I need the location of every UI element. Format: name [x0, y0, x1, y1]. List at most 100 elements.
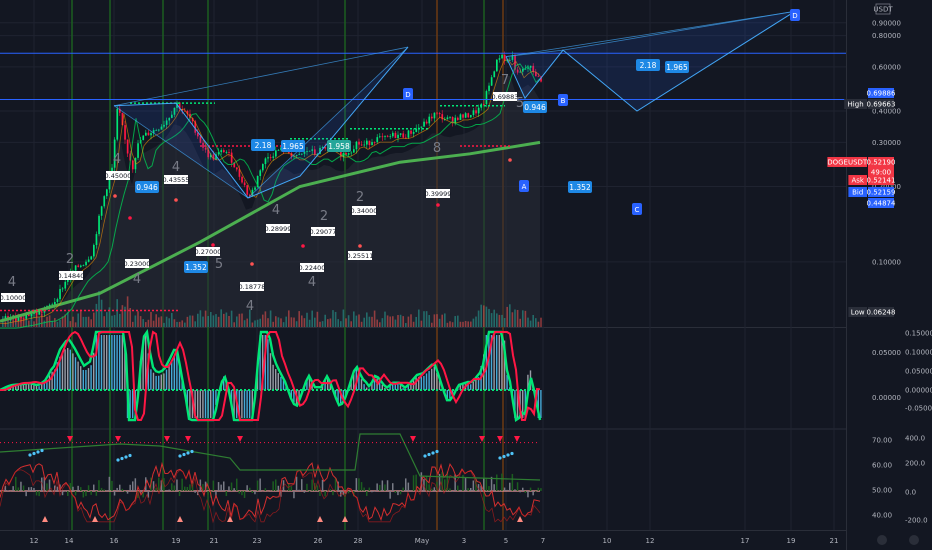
volume-bar [295, 321, 298, 327]
osc-hist-bar [397, 491, 399, 496]
macd-hist-bar [85, 369, 87, 390]
wave-label: 4 [246, 299, 254, 314]
y-tick-label: 0.60000 [872, 63, 901, 71]
wave-label: 2 [320, 209, 328, 224]
osc-hist-bar [451, 491, 454, 492]
candle-body [407, 130, 410, 138]
osc-hist-bar [516, 482, 519, 491]
candle-body [462, 114, 464, 118]
osc-hist-bar [405, 478, 407, 491]
osc-tick-left: 50.00 [872, 487, 892, 495]
osc-hist-bar [33, 487, 35, 491]
price-tag-label: Low [851, 309, 865, 317]
volume-bar [210, 311, 212, 327]
volume-bar [298, 311, 300, 327]
candle-body [431, 116, 433, 119]
candle-body [145, 132, 147, 136]
volume-bar [358, 314, 360, 327]
time-axis[interactable]: 12 14 16 19 21 23 26 28 May 3 5 7 10 12 17 19 21 [0, 531, 919, 550]
volume-bar [228, 315, 230, 327]
osc-hist-bar [194, 491, 196, 493]
macd-hist-bar [204, 390, 207, 418]
osc-hist-bar [74, 491, 77, 496]
candle-body [100, 206, 103, 216]
macd-hist-bar [428, 371, 430, 390]
macd-hist-bar [243, 390, 246, 418]
volume-bar [350, 321, 352, 327]
candle-body [116, 108, 119, 140]
osc-hist-bar [509, 482, 511, 491]
volume-bar [262, 314, 264, 327]
volume-bar [540, 317, 542, 327]
price-tag-label: Ask [851, 177, 864, 185]
volume-bar [215, 314, 217, 327]
volume-bar [74, 322, 77, 327]
signal-dot [508, 158, 512, 162]
volume-bar [243, 320, 246, 327]
osc-hist-bar [329, 489, 332, 491]
trading-chart[interactable]: A B C D D 0.946 1.352 2.18 1.965 1.958 0.946 1.352… [0, 0, 932, 550]
pivot-label: 0.43555 [163, 176, 190, 184]
candle-body [501, 54, 503, 59]
volume-bar [54, 318, 56, 327]
volume-bar [236, 316, 238, 327]
y-tick-label: 0.10000 [872, 258, 901, 266]
osc-tick-right: 200.0 [905, 460, 925, 468]
macd-hist-bar [150, 369, 152, 390]
osc-hist-bar [178, 491, 181, 497]
osc-hist-bar [389, 491, 391, 499]
volume-bar [220, 309, 222, 327]
osc-hist-bar [225, 491, 228, 497]
volume-bar [241, 313, 243, 327]
volume-bar [69, 321, 72, 327]
osc-hist-bar [12, 486, 14, 491]
osc-hist-bar [511, 473, 514, 491]
osc-hist-bar [228, 486, 230, 491]
macd-hist-bar [496, 335, 498, 390]
volume-bar [100, 299, 103, 327]
macd-hist-bar [197, 390, 199, 418]
osc-hist-bar [168, 489, 170, 491]
macd-hist-bar [386, 389, 389, 390]
osc-hist-bar [394, 491, 397, 493]
macd-hist-bar [277, 373, 279, 390]
macd-hist-bar [155, 375, 157, 390]
macd-hist-bar [472, 381, 474, 390]
candle-body [223, 150, 225, 153]
candle-body [277, 149, 280, 151]
osc-hist-bar [488, 486, 490, 491]
osc-hist-bar [311, 479, 313, 491]
macd-hist-bar [202, 390, 204, 418]
pattern-letter: C [635, 206, 640, 214]
osc-hist-bar [233, 488, 235, 491]
volume-bar [212, 315, 215, 327]
volume-bar [444, 313, 446, 327]
volume-bar [454, 316, 456, 327]
osc-hist-bar [189, 484, 191, 491]
osc-hist-bar [264, 488, 267, 491]
macd-tick-right: -0.05000 [905, 405, 932, 413]
macd-hist-bar [69, 349, 71, 390]
cross-marker [502, 454, 506, 459]
price-tag-value: 0.44874 [867, 200, 896, 208]
wave-label: 7 [501, 73, 509, 88]
volume-bar [399, 314, 402, 327]
osc-hist-bar [17, 487, 20, 491]
candle-body [353, 149, 355, 153]
fib-ratio-label: 0.946 [524, 103, 546, 112]
cross-marker [116, 458, 120, 462]
osc-hist-bar [30, 487, 33, 491]
candle-body [87, 259, 90, 262]
volume-bar [483, 305, 485, 327]
volume-bar [535, 318, 537, 327]
osc-hist-bar [82, 491, 85, 498]
volume-bar [199, 310, 202, 327]
macd-tick-right: 0.05000 [905, 368, 932, 376]
osc-hist-bar [381, 480, 384, 491]
osc-hist-bar [506, 489, 508, 491]
osc-hist-bar [324, 491, 326, 497]
osc-hist-bar [272, 481, 274, 491]
candle-body [464, 113, 467, 118]
volume-bar [446, 322, 449, 327]
volume-bar [119, 313, 121, 327]
